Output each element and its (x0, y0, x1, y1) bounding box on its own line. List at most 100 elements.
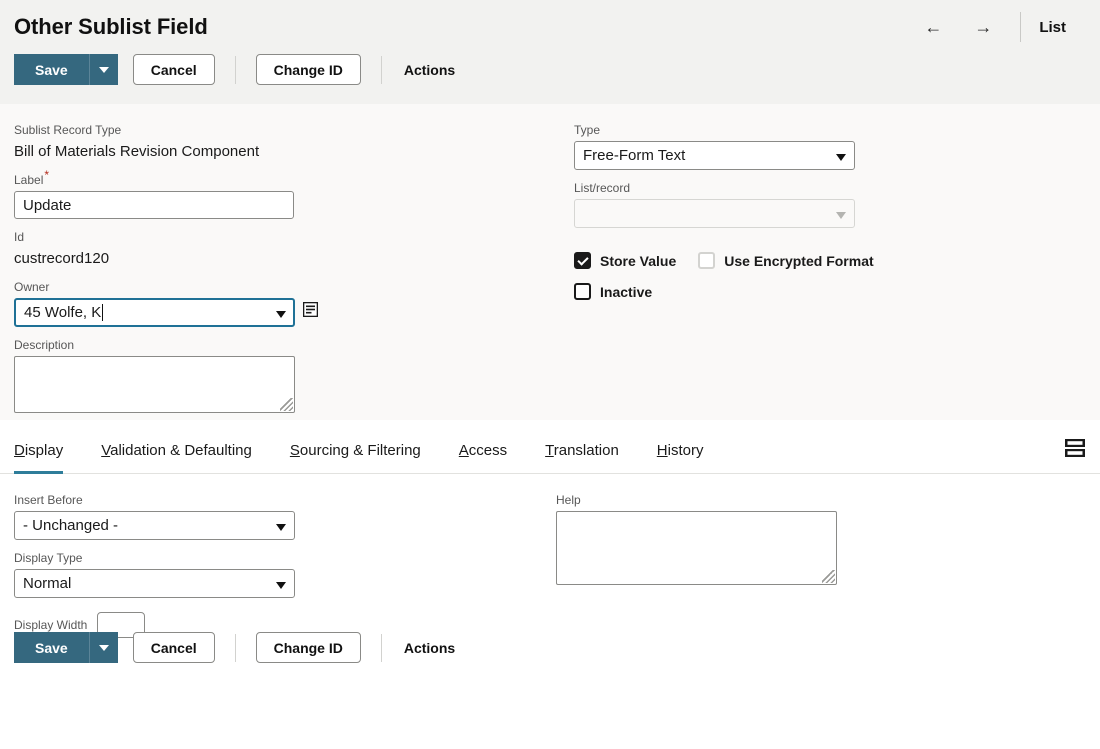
footer-save-split-button: Save (14, 632, 118, 663)
tab-accesskey: H (656, 442, 668, 459)
label-field-label: Label* (14, 168, 50, 187)
field-sublist-record-type: Sublist Record Type Bill of Materials Re… (14, 122, 574, 163)
field-insert-before: Insert Before - Unchanged - (14, 492, 556, 550)
toolbar-divider-1 (234, 55, 236, 84)
chevron-down-icon[interactable] (276, 581, 286, 589)
app-page: Other Sublist Field ← → List Save Cancel… (0, 0, 1100, 749)
tab-display[interactable]: Display (14, 441, 64, 474)
display-type-select[interactable]: Normal (14, 569, 295, 598)
field-id: Id custrecord120 (14, 229, 574, 270)
checkbox-unchecked-icon[interactable] (574, 283, 591, 300)
field-label: Label* (14, 168, 574, 229)
insert-before-label: Insert Before (14, 493, 83, 507)
tab-access[interactable]: Access (459, 441, 507, 473)
text-cursor (102, 304, 104, 321)
store-value-label: Store Value (600, 252, 677, 269)
display-type-value: Normal (23, 575, 72, 592)
save-split-button: Save (14, 54, 118, 85)
description-textarea[interactable] (14, 356, 295, 413)
tab-sourcing-filtering[interactable]: Sourcing & Filtering (290, 441, 421, 473)
page-header: Other Sublist Field ← → List Save Cancel… (0, 0, 1100, 104)
display-column-left: Insert Before - Unchanged - Display Type… (14, 492, 556, 638)
page-title: Other Sublist Field (14, 14, 208, 39)
inactive-checkbox-item[interactable]: Inactive (574, 283, 652, 300)
change-id-button[interactable]: Change ID (255, 54, 361, 85)
form-column-right: Type Free-Form Text List/record Store Va… (574, 122, 994, 417)
tab-translation[interactable]: Translation (545, 441, 619, 473)
checkbox-unchecked-disabled-icon (698, 252, 716, 269)
cancel-button[interactable]: Cancel (132, 54, 215, 85)
field-help: Help (556, 492, 976, 585)
header-toolbar: Save Cancel Change ID Actions (0, 42, 1100, 85)
type-label: Type (574, 123, 601, 137)
chevron-down-icon[interactable] (836, 153, 846, 161)
help-textarea[interactable] (556, 511, 837, 585)
chevron-down-icon (98, 66, 109, 73)
tab-accesskey: T (545, 442, 554, 459)
collapse-rows-icon[interactable] (1064, 438, 1086, 473)
list-record-select-wrap (574, 199, 855, 228)
display-width-label: Display Width (14, 618, 88, 632)
title-row: Other Sublist Field ← → List (0, 0, 1100, 42)
arrow-left-icon[interactable]: ← (908, 15, 958, 39)
toolbar-divider-2 (380, 55, 382, 84)
tab-label-rest: alidation & Defaulting (110, 442, 252, 459)
arrow-right-icon[interactable]: → (958, 15, 1008, 39)
tab-accesskey: V (101, 442, 111, 459)
insert-before-select-wrap: - Unchanged - (14, 511, 295, 540)
store-value-checkbox-item[interactable]: Store Value (574, 252, 676, 269)
chevron-down-icon[interactable] (276, 310, 286, 318)
id-value: custrecord120 (14, 250, 110, 267)
owner-select[interactable]: 45 Wolfe, K (14, 298, 295, 327)
save-button[interactable]: Save (14, 54, 89, 85)
chevron-down-icon-disabled (836, 211, 846, 219)
list-record-label: List/record (574, 181, 631, 195)
footer-save-button[interactable]: Save (14, 632, 89, 663)
display-type-label: Display Type (14, 551, 83, 565)
header-navigation: ← → List (908, 12, 1086, 42)
main-form: Sublist Record Type Bill of Materials Re… (0, 104, 1100, 420)
record-list-icon[interactable] (302, 301, 319, 322)
list-link[interactable]: List (1039, 19, 1066, 36)
required-marker: * (44, 168, 50, 182)
chevron-down-icon (98, 644, 109, 651)
tab-validation-defaulting[interactable]: Validation & Defaulting (101, 441, 252, 473)
label-input[interactable] (14, 191, 294, 219)
tab-list: Display Validation & Defaulting Sourcing… (14, 441, 1064, 474)
tab-label-rest: ccess (468, 442, 508, 459)
checkbox-row-2: Inactive (574, 283, 994, 300)
type-select[interactable]: Free-Form Text (574, 141, 855, 170)
sublist-record-type-value: Bill of Materials Revision Component (14, 143, 260, 160)
tab-history[interactable]: History (657, 441, 704, 473)
footer-change-id-button[interactable]: Change ID (255, 632, 361, 663)
owner-label: Owner (14, 280, 50, 294)
checkbox-row-1: Store Value Use Encrypted Format (574, 252, 994, 269)
list-record-select (574, 199, 855, 228)
tab-label-rest: isplay (24, 442, 64, 459)
checkbox-checked-icon[interactable] (574, 252, 591, 269)
save-dropdown-button[interactable] (88, 54, 118, 85)
tab-accesskey: A (458, 442, 469, 459)
footer-divider-2 (380, 633, 382, 662)
resize-handle[interactable] (822, 570, 835, 583)
tab-accesskey: D (14, 442, 25, 459)
resize-handle[interactable] (280, 398, 293, 411)
header-divider (1020, 12, 1022, 42)
field-type: Type Free-Form Text (574, 122, 994, 180)
tab-accesskey: S (289, 442, 300, 459)
field-list-record: List/record (574, 180, 994, 238)
field-description: Description (14, 337, 574, 413)
description-label: Description (14, 338, 75, 352)
actions-menu-button[interactable]: Actions (404, 62, 455, 78)
footer-actions-menu-button[interactable]: Actions (404, 640, 455, 656)
display-type-select-wrap: Normal (14, 569, 295, 598)
chevron-down-icon[interactable] (276, 523, 286, 531)
owner-select-wrap: 45 Wolfe, K (14, 298, 295, 327)
footer-cancel-button[interactable]: Cancel (132, 632, 215, 663)
use-encrypted-format-label: Use Encrypted Format (724, 252, 874, 269)
id-label: Id (14, 230, 25, 244)
owner-value: 45 Wolfe, K (24, 304, 102, 321)
field-owner: Owner 45 Wolfe, K (14, 279, 574, 337)
footer-save-dropdown-button[interactable] (88, 632, 118, 663)
insert-before-select[interactable]: - Unchanged - (14, 511, 295, 540)
